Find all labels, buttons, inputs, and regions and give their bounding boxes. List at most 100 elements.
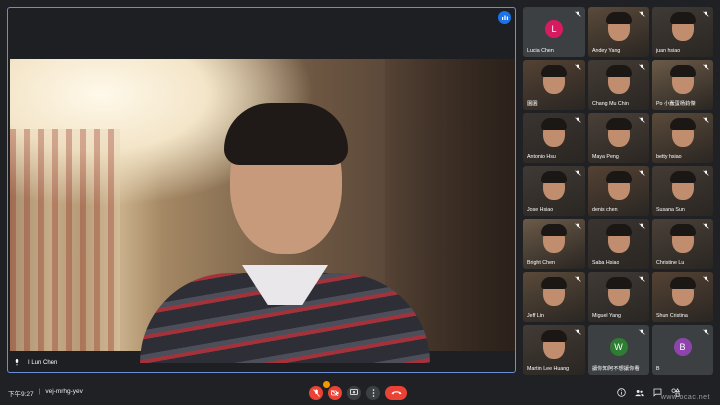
pin-icon[interactable] <box>498 11 511 24</box>
participant-name: Miguel Yang <box>592 313 621 319</box>
participant-grid: L Lucia Chen Andey Yang juan hsiao 園園 Chang M… <box>523 7 715 375</box>
avatar: B <box>673 338 692 356</box>
camera-toggle-button[interactable] <box>328 385 342 400</box>
participant-video <box>541 118 567 147</box>
participant-name: Bright Chen <box>527 260 555 266</box>
participant-tile[interactable]: Po 小蠢蛋杨鈞傑 <box>652 60 713 110</box>
mic-muted-icon <box>639 170 645 176</box>
participant-name: betty hsiao <box>656 154 682 160</box>
mic-muted-icon <box>575 170 581 176</box>
participant-name: denis chen <box>592 207 618 213</box>
participant-tile[interactable]: Jeff Lin <box>523 272 585 322</box>
participant-tile[interactable]: 園園 <box>523 60 585 110</box>
mic-muted-icon <box>575 117 581 123</box>
participant-name: Lucia Chen <box>527 48 554 54</box>
participant-tile[interactable]: Maya Peng <box>588 113 649 163</box>
participant-name: Chang Mu Chin <box>592 101 629 107</box>
mic-off-icon <box>312 388 320 397</box>
participant-tile[interactable]: W 讓你知阿不想讓你看 <box>588 325 649 375</box>
present-screen-button[interactable] <box>347 385 361 400</box>
participant-tile[interactable]: Jose Hsiao <box>523 166 585 216</box>
mic-icon <box>15 359 19 366</box>
participant-tile[interactable]: Christine Lu <box>652 219 713 269</box>
more-options-button[interactable] <box>366 385 380 400</box>
hang-up-icon <box>391 391 401 395</box>
mic-muted-icon <box>703 223 709 229</box>
present-icon <box>350 389 358 395</box>
meeting-details-button[interactable] <box>617 388 626 397</box>
watermark: www.ocac.net <box>660 394 710 401</box>
participant-tile[interactable]: Bright Chen <box>523 219 585 269</box>
participant-name: Saba Hsiao <box>592 260 620 266</box>
participant-name: Susana Sun <box>656 207 685 213</box>
more-vert-icon <box>372 388 374 397</box>
participant-video <box>541 65 567 94</box>
info-icon <box>617 388 626 397</box>
participant-name: Martin Lee Huang <box>527 366 570 372</box>
people-icon <box>635 389 644 396</box>
mic-muted-icon <box>703 11 709 17</box>
leave-call-button[interactable] <box>385 385 407 400</box>
mic-muted-icon <box>575 11 581 17</box>
participant-name: juan hsiao <box>656 48 681 54</box>
main-speaker-name-tag: I Lun Chen <box>14 359 57 366</box>
participant-video <box>669 277 696 306</box>
mic-toggle-button[interactable] <box>309 385 323 400</box>
mic-muted-icon <box>703 64 709 70</box>
participant-tile[interactable]: Chang Mu Chin <box>588 60 649 110</box>
participant-name: Andey Yang <box>592 48 621 54</box>
mic-muted-icon <box>703 170 709 176</box>
participant-name: 園園 <box>527 101 538 107</box>
participant-tile[interactable]: L Lucia Chen <box>523 7 585 57</box>
participant-tile[interactable]: BB <box>652 325 713 375</box>
participant-name: Jeff Lin <box>527 313 544 319</box>
mic-muted-icon <box>639 276 645 282</box>
camera-off-icon <box>331 389 339 396</box>
participant-name: Jose Hsiao <box>527 207 554 213</box>
participant-tile[interactable]: Martin Lee Huang <box>523 325 585 375</box>
mic-muted-icon <box>639 64 645 70</box>
mic-muted-icon <box>639 329 645 335</box>
mic-muted-icon <box>703 117 709 123</box>
participant-video <box>605 277 632 306</box>
participant-tile[interactable]: Miguel Yang <box>588 272 649 322</box>
participant-name: Christine Lu <box>656 260 685 266</box>
mic-muted-icon <box>639 223 645 229</box>
participants-button[interactable] <box>635 388 644 397</box>
participant-tile[interactable]: juan hsiao <box>652 7 713 57</box>
speaker-hair <box>224 103 348 165</box>
participant-video <box>541 330 567 359</box>
mic-muted-icon <box>575 223 581 229</box>
mic-muted-icon <box>575 64 581 70</box>
participant-name: Po 小蠢蛋杨鈞傑 <box>656 101 696 107</box>
participant-tile[interactable]: Andey Yang <box>588 7 649 57</box>
participant-tile[interactable]: Saba Hsiao <box>588 219 649 269</box>
main-speaker-name: I Lun Chen <box>28 359 58 366</box>
mic-muted-icon <box>575 276 581 282</box>
mic-muted-icon <box>639 117 645 123</box>
participant-name: B <box>656 366 660 372</box>
participant-video <box>605 65 632 94</box>
mic-muted-icon <box>639 11 645 17</box>
participant-tile[interactable]: betty hsiao <box>652 113 713 163</box>
participant-video <box>669 224 696 253</box>
main-speaker-tile[interactable]: I Lun Chen <box>7 7 516 373</box>
mic-muted-icon <box>703 276 709 282</box>
mic-muted-icon <box>575 329 581 335</box>
participant-tile[interactable]: Antonio Hsu <box>523 113 585 163</box>
participant-video <box>605 12 632 41</box>
meeting-code: vej-mrhg-yev <box>45 387 83 395</box>
avatar: W <box>609 338 628 356</box>
participant-video <box>669 12 696 41</box>
participant-tile[interactable]: denis chen <box>588 166 649 216</box>
call-controls <box>309 385 407 400</box>
participant-name: Shun Cristina <box>656 313 688 319</box>
participant-tile[interactable]: Susana Sun <box>652 166 713 216</box>
mic-muted-icon <box>703 329 709 335</box>
participant-video <box>605 171 632 200</box>
participant-video <box>541 171 567 200</box>
separator: | <box>38 387 41 395</box>
participant-video <box>541 277 567 306</box>
meeting-info: 下午9:27 | vej-mrhg-yev <box>8 388 83 398</box>
participant-tile[interactable]: Shun Cristina <box>652 272 713 322</box>
